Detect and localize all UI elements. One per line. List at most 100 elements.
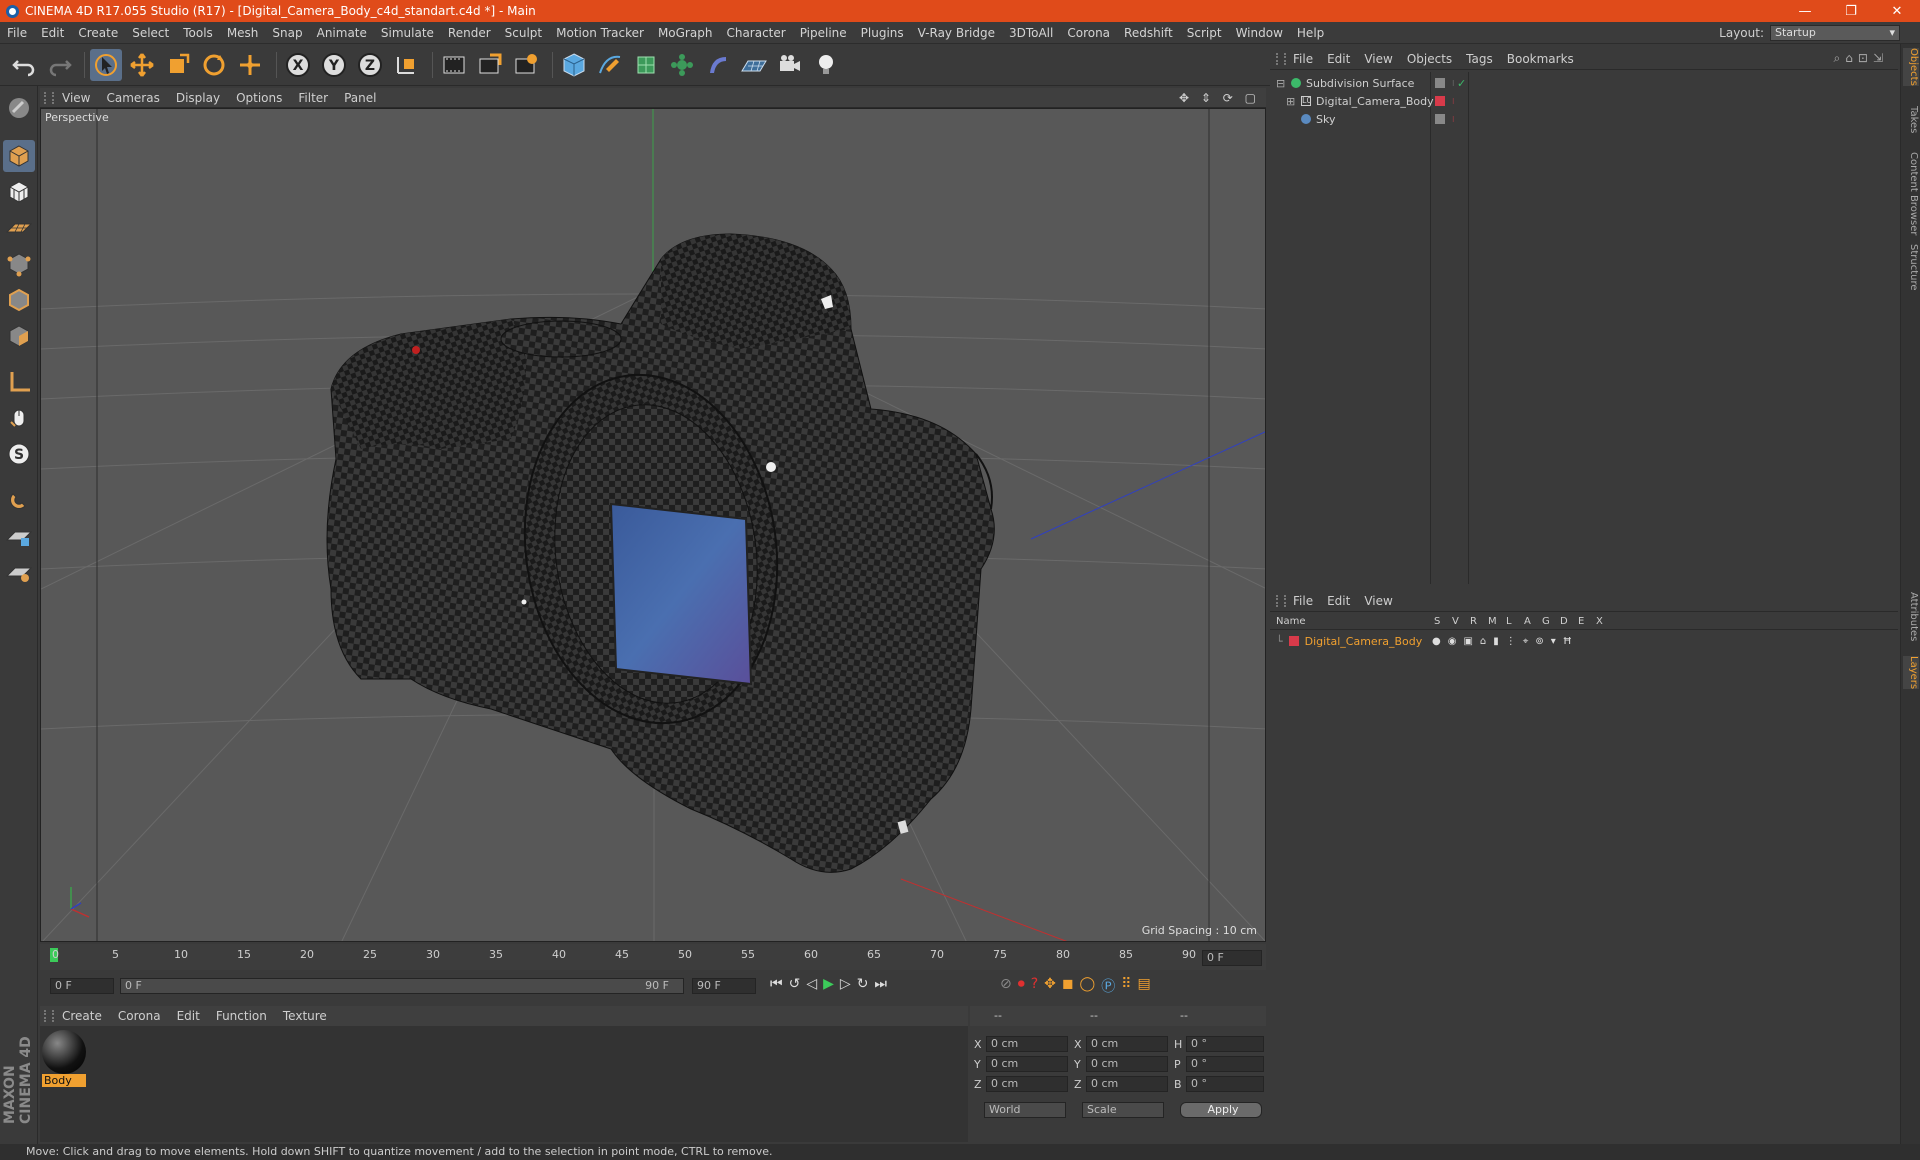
objects-menu-bookmarks[interactable]: Bookmarks [1500, 52, 1581, 66]
layer-color-icon[interactable] [1435, 96, 1445, 106]
rotation-b-field[interactable]: 0 ° [1186, 1076, 1264, 1092]
current-frame-field[interactable]: 0 F [1202, 950, 1262, 966]
expand-icon[interactable]: ⊞ [1286, 95, 1296, 108]
next-frame-icon[interactable]: ▷ [840, 976, 851, 992]
perspective-viewport[interactable]: Perspective Grid Spacing : 10 cm [40, 108, 1266, 942]
object-row-subdivision-surface[interactable]: ⊟ Subdivision Surface ⁝ ✓ [1270, 74, 1898, 92]
menu-help[interactable]: Help [1290, 26, 1331, 40]
object-row-sky[interactable]: Sky ⁝ [1270, 110, 1898, 128]
size-x-field[interactable]: 0 cm [1086, 1036, 1168, 1052]
render-settings-icon[interactable] [510, 49, 542, 81]
key-grid-icon[interactable]: ⠿ [1121, 976, 1131, 996]
menu-redshift[interactable]: Redshift [1117, 26, 1180, 40]
material-menu-edit[interactable]: Edit [169, 1009, 208, 1023]
deformer-icon[interactable] [702, 49, 734, 81]
goto-end-icon[interactable]: ⏭ [874, 976, 887, 992]
frame-range-slider[interactable]: 0 F 90 F [120, 978, 684, 994]
z-axis-icon[interactable]: Z [354, 49, 386, 81]
prev-key-icon[interactable]: ↺ [789, 976, 801, 992]
select-arrow-icon[interactable] [90, 49, 122, 81]
key-scale-icon[interactable]: ◼ [1062, 976, 1074, 996]
layer-toggle-icons[interactable]: ●◉▣⌂▮⋮⌖⊚▾Ħ [1432, 636, 1579, 647]
panel-grip-icon[interactable] [44, 91, 54, 104]
position-z-field[interactable]: 0 cm [986, 1076, 1068, 1092]
panel-grip-icon[interactable] [1276, 52, 1286, 65]
menu-pipeline[interactable]: Pipeline [793, 26, 854, 40]
texture-mode-icon[interactable] [3, 176, 35, 208]
y-axis-icon[interactable]: Y [318, 49, 350, 81]
tab-objects[interactable]: Objects [1903, 48, 1919, 86]
prev-frame-icon[interactable]: ◁ [806, 976, 817, 992]
menu-vray-bridge[interactable]: V-Ray Bridge [911, 26, 1002, 40]
material-swatch[interactable]: Body [42, 1030, 86, 1088]
layer-color-swatch[interactable] [1288, 636, 1299, 646]
key-rotation-icon[interactable]: ◯ [1080, 976, 1096, 996]
timeline-window-icon[interactable]: ▤ [1137, 976, 1150, 996]
tab-layers[interactable]: Layers [1903, 656, 1919, 690]
tab-structure[interactable]: Structure [1903, 244, 1919, 291]
make-editable-icon[interactable] [3, 92, 35, 124]
layers-menu-edit[interactable]: Edit [1320, 594, 1357, 608]
goto-start-icon[interactable]: ⏮ [770, 976, 783, 992]
maximize-button[interactable]: ❐ [1828, 0, 1874, 22]
menu-tools[interactable]: Tools [176, 26, 220, 40]
material-menu-texture[interactable]: Texture [275, 1009, 335, 1023]
light-icon[interactable] [810, 49, 842, 81]
viewport-menu-cameras[interactable]: Cameras [98, 91, 167, 105]
start-frame-field[interactable]: 0 F [50, 978, 114, 994]
visibility-dots-icon[interactable]: ⁝ [1452, 97, 1455, 106]
viewport-menu-filter[interactable]: Filter [290, 91, 336, 105]
menu-3dtoall[interactable]: 3DToAll [1002, 26, 1060, 40]
rotation-p-field[interactable]: 0 ° [1186, 1056, 1264, 1072]
visibility-dots-icon[interactable]: ⁝ [1452, 115, 1455, 124]
viewport-menu-options[interactable]: Options [228, 91, 290, 105]
end-frame-field[interactable]: 90 F [692, 978, 756, 994]
apply-button[interactable]: Apply [1180, 1102, 1262, 1118]
motion-record-icon[interactable]: ⊘ [1000, 976, 1012, 996]
object-row-digital-camera-body[interactable]: ⊞ L0 Digital_Camera_Body ⁝ [1270, 92, 1898, 110]
move-icon[interactable] [126, 49, 158, 81]
objects-menu-objects[interactable]: Objects [1400, 52, 1459, 66]
mograph-cloner-icon[interactable] [666, 49, 698, 81]
menu-edit[interactable]: Edit [34, 26, 71, 40]
x-axis-icon[interactable]: X [282, 49, 314, 81]
menu-select[interactable]: Select [125, 26, 176, 40]
polygons-mode-icon[interactable] [3, 320, 35, 352]
coordinate-system-icon[interactable] [390, 49, 422, 81]
layout-dropdown[interactable]: Startup [1770, 25, 1900, 41]
menu-mograph[interactable]: MoGraph [651, 26, 720, 40]
rotation-h-field[interactable]: 0 ° [1186, 1036, 1264, 1052]
layers-menu-view[interactable]: View [1357, 594, 1399, 608]
menu-file[interactable]: File [0, 26, 34, 40]
key-position-icon[interactable]: ✥ [1044, 976, 1056, 996]
menu-mesh[interactable]: Mesh [220, 26, 266, 40]
layer-row-digital-camera-body[interactable]: └ Digital_Camera_Body ●◉▣⌂▮⋮⌖⊚▾Ħ [1270, 632, 1898, 650]
autokey-icon[interactable]: ? [1031, 976, 1038, 996]
visibility-dots-icon[interactable]: ⁝ [1452, 79, 1455, 88]
points-mode-icon[interactable] [3, 248, 35, 280]
menu-motion-tracker[interactable]: Motion Tracker [549, 26, 651, 40]
camera-body-model[interactable] [326, 233, 995, 873]
size-y-field[interactable]: 0 cm [1086, 1056, 1168, 1072]
timeline-ruler[interactable]: 0 5 10 15 20 25 30 35 40 45 50 55 60 65 … [40, 944, 1266, 970]
magnet-icon[interactable] [3, 484, 35, 516]
next-key-icon[interactable]: ↻ [857, 976, 869, 992]
coord-mode-dropdown[interactable]: World [984, 1102, 1066, 1118]
subdivision-surface-icon[interactable] [630, 49, 662, 81]
panel-grip-icon[interactable] [1276, 594, 1286, 607]
objects-menu-view[interactable]: View [1357, 52, 1399, 66]
camera-icon[interactable] [774, 49, 806, 81]
menu-animate[interactable]: Animate [310, 26, 374, 40]
pen-spline-icon[interactable] [594, 49, 626, 81]
render-view-icon[interactable] [438, 49, 470, 81]
menu-render[interactable]: Render [441, 26, 498, 40]
snap-icon[interactable]: S [3, 438, 35, 470]
cube-icon[interactable] [558, 49, 590, 81]
object-manager-tools-icon[interactable]: ⌕⌂⊡⇲ [1834, 51, 1888, 66]
model-mode-icon[interactable] [3, 140, 35, 172]
lock-workplane-icon[interactable] [3, 520, 35, 552]
planar-workplane-icon[interactable] [3, 556, 35, 588]
transform-icon[interactable] [234, 49, 266, 81]
menu-character[interactable]: Character [719, 26, 792, 40]
tab-attributes[interactable]: Attributes [1903, 592, 1919, 641]
